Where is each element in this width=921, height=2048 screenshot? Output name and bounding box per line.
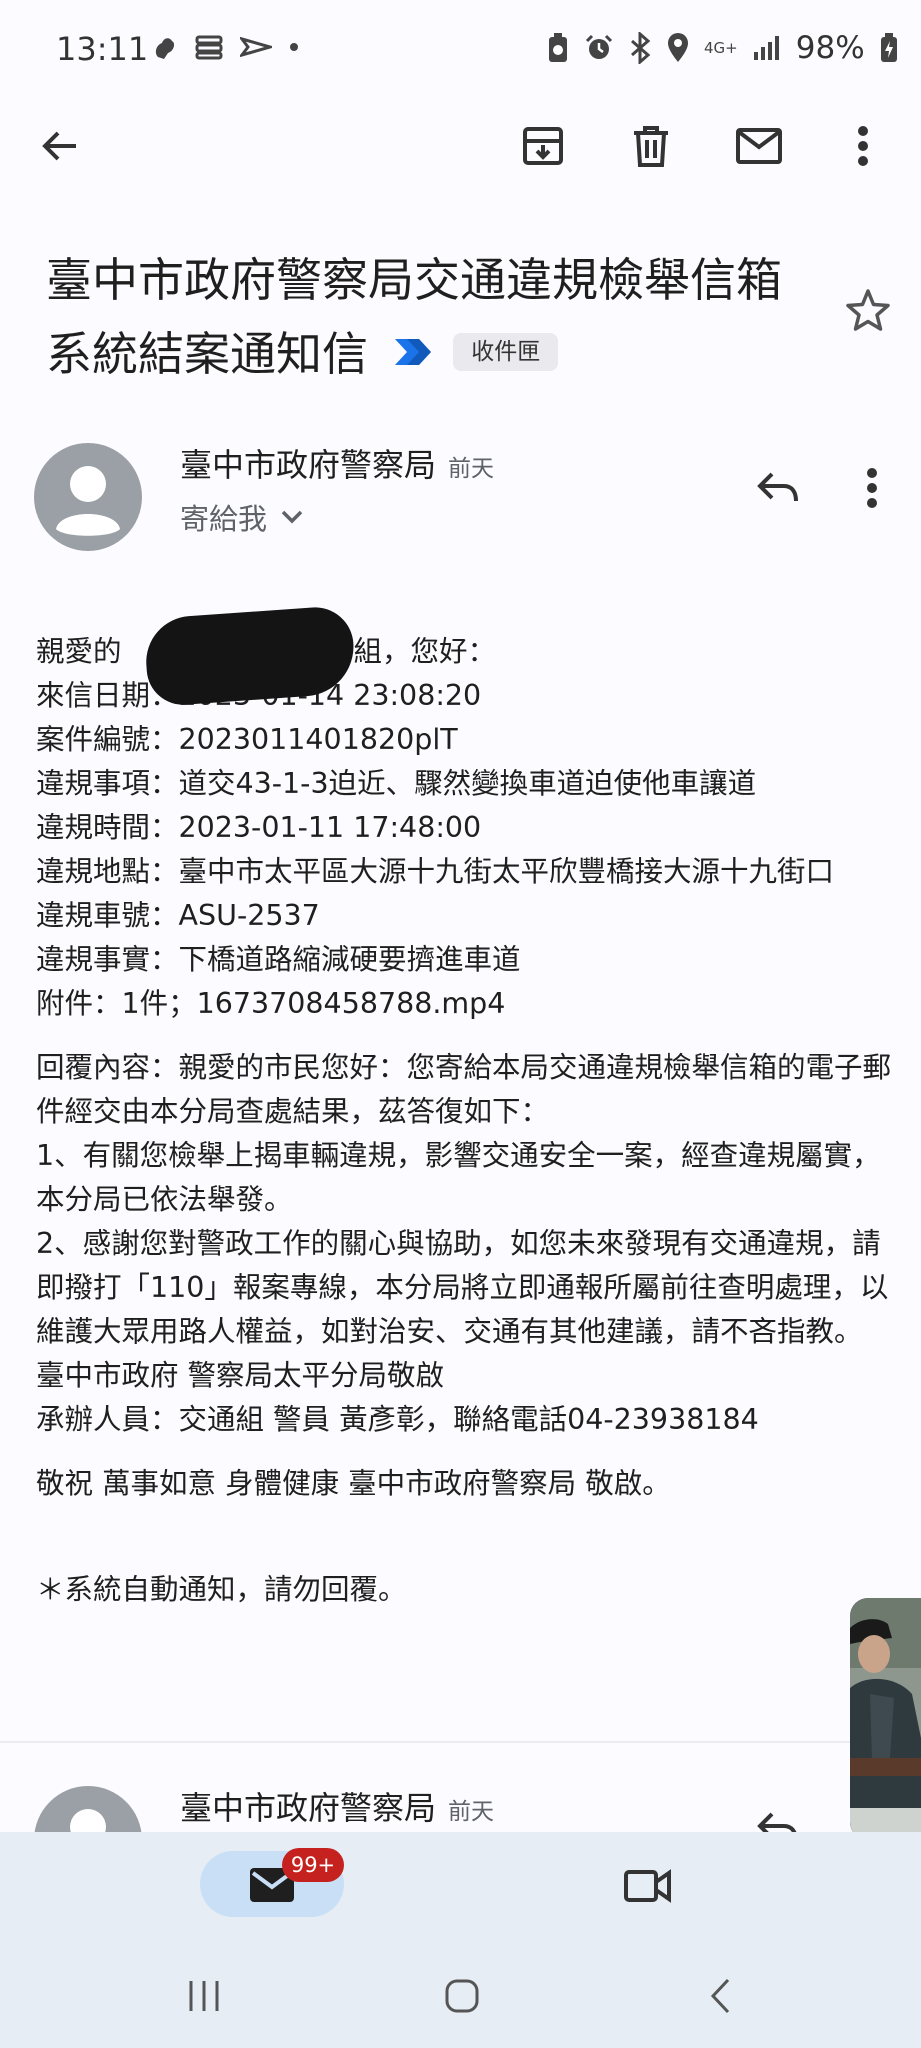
stack-app-icon — [195, 35, 223, 60]
star-icon — [846, 289, 890, 331]
reply-intro: 回覆內容：親愛的市民您好：您寄給本局交通違規檢舉信箱的電子郵件經交由本分局查處結… — [36, 1051, 892, 1128]
sent-time: 前天 — [448, 456, 495, 482]
message-divider — [0, 1741, 850, 1743]
message-more-button[interactable] — [844, 460, 900, 516]
more-vert-icon — [867, 468, 877, 508]
battery-charging-icon — [880, 33, 897, 62]
pip-video-window[interactable] — [850, 1598, 921, 1840]
blessing-line: 敬祝 萬事如意 身體健康 臺中市政府警察局 敬啟。 — [36, 1467, 671, 1500]
body-line: 案件編號：2023011401820plT — [36, 723, 458, 756]
sender-avatar[interactable] — [34, 443, 142, 551]
next-sent-time: 前天 — [448, 1799, 495, 1825]
system-back-button[interactable] — [692, 1968, 748, 2024]
status-time: 13:11 — [56, 30, 149, 68]
video-thumbnail — [850, 1598, 921, 1840]
unread-count-badge: 99+ — [282, 1848, 344, 1882]
location-icon — [668, 33, 688, 62]
notification-app-icon — [155, 38, 175, 59]
more-options-button[interactable] — [835, 118, 891, 174]
importance-marker-icon — [394, 338, 431, 365]
inbox-label-chip[interactable]: 收件匣 — [453, 332, 559, 371]
video-camera-icon — [624, 1869, 671, 1903]
recent-apps-icon — [189, 1981, 219, 2011]
reply-button[interactable] — [750, 460, 806, 516]
subject-line-2: 系統結案通知信 — [46, 327, 368, 381]
star-button[interactable] — [840, 282, 896, 338]
chevron-left-icon — [710, 1978, 730, 2014]
chevron-down-icon — [281, 510, 303, 524]
archive-icon — [523, 127, 563, 165]
reply-item-1: 1、有關您檢舉上揭車輛違規，影響交通安全一案，經查違規屬實，本分局已依法舉發。 — [36, 1139, 881, 1216]
signal-icon — [753, 36, 779, 60]
archive-button[interactable] — [515, 118, 571, 174]
home-icon — [445, 1979, 479, 2013]
network-type: 4G+ — [704, 38, 738, 57]
auto-notice: ＊系統自動通知，請勿回覆。 — [36, 1573, 407, 1606]
email-body: 親愛的組，您好： 來信日期：2023-01-14 23:08:20 案件編號：2… — [36, 630, 896, 1612]
email-subject: 臺中市政府警察局交通違規檢舉信箱 系統結案通知信 收件匣 — [46, 240, 846, 394]
body-line: 違規事實：下橋道路縮減硬要擠進車道 — [36, 943, 521, 976]
body-line: 違規車號：ASU-2537 — [36, 899, 320, 932]
sender-name[interactable]: 臺中市政府警察局 — [180, 446, 436, 484]
back-arrow-icon — [42, 131, 76, 161]
subject-line-1: 臺中市政府警察局交通違規檢舉信箱 — [46, 253, 782, 307]
reply-item-2: 2、感謝您對警政工作的關心與協助，如您未來發現有交通違規，請即撥打「110」報案… — [36, 1227, 889, 1348]
body-line: 違規時間：2023-01-11 17:48:00 — [36, 811, 482, 844]
back-button[interactable] — [32, 118, 88, 174]
mail-icon — [736, 128, 782, 164]
more-vert-icon — [858, 126, 868, 166]
next-sender-name[interactable]: 臺中市政府警察局 — [180, 1789, 436, 1827]
body-line: 違規事項：道交43-1-3迫近、驟然變換車道迫使他車讓道 — [36, 767, 757, 800]
mark-unread-button[interactable] — [731, 118, 787, 174]
recipients-toggle[interactable]: 寄給我 — [180, 496, 303, 538]
signoff-line: 臺中市政府 警察局太平分局敬啟 — [36, 1359, 445, 1392]
recipient-label: 寄給我 — [180, 502, 268, 536]
home-button[interactable] — [434, 1968, 490, 2024]
trash-icon — [634, 126, 668, 167]
status-bar: 13:11 4G+ 98% — [0, 0, 921, 100]
recent-apps-button[interactable] — [176, 1968, 232, 2024]
delete-button[interactable] — [623, 118, 679, 174]
send-app-icon — [240, 36, 272, 58]
battery-saver-icon — [549, 33, 567, 62]
more-notifications-dot-icon — [290, 43, 298, 51]
contact-line: 承辦人員：交通組 警員 黃彥彰，聯絡電話04-23938184 — [36, 1403, 759, 1436]
bluetooth-icon — [631, 32, 651, 64]
battery-percent: 98% — [795, 30, 865, 66]
alarm-icon — [585, 34, 613, 59]
meet-tab[interactable] — [620, 1858, 676, 1914]
attachment-line: 附件：1件；1673708458788.mp4 — [36, 987, 506, 1020]
body-line: 違規地點：臺中市太平區大源十九街太平欣豐橋接大源十九街口 — [36, 855, 835, 888]
reply-icon — [757, 472, 798, 502]
person-avatar-icon — [56, 466, 120, 536]
